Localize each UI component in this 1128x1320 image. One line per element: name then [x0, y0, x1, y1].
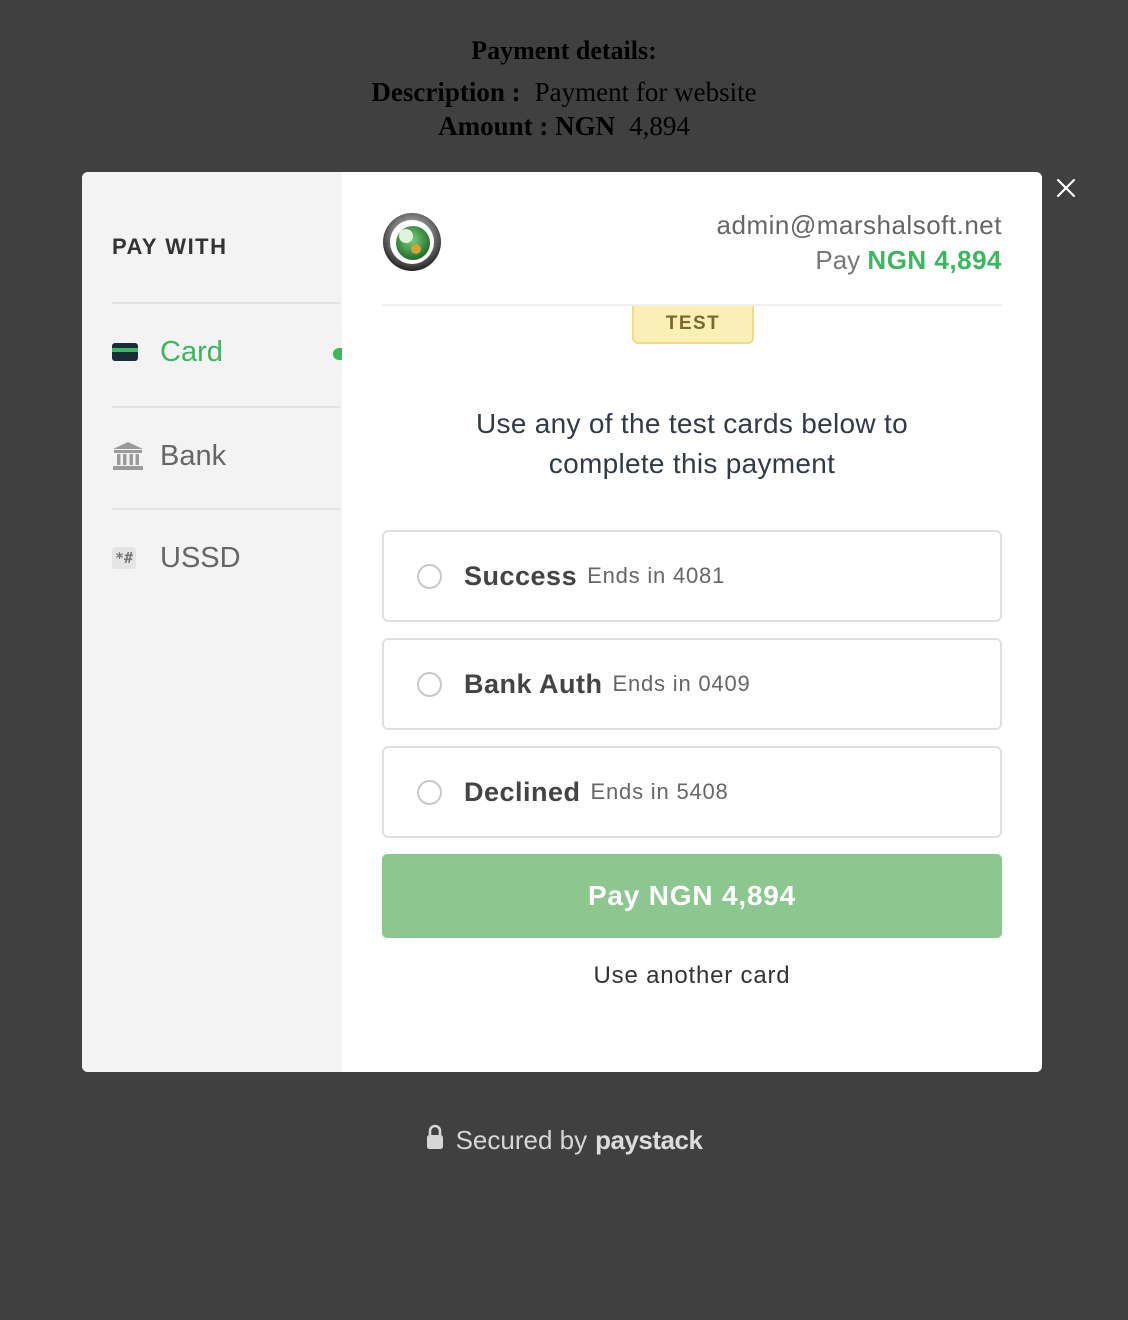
test-mode-badge: TEST	[632, 306, 754, 344]
amount-value: 4,894	[629, 111, 690, 141]
amount-row: Amount : NGN 4,894	[0, 110, 1128, 142]
merchant-logo	[382, 212, 442, 272]
sidebar-item-bank[interactable]: Bank	[112, 426, 342, 486]
paystack-brand: paystack	[595, 1125, 703, 1155]
instructions-text: Use any of the test cards below to compl…	[382, 404, 1002, 484]
sidebar-item-label: USSD	[160, 541, 241, 574]
test-card-declined[interactable]: Declined Ends in 5408	[382, 746, 1002, 838]
sidebar-item-label: Card	[160, 335, 223, 368]
test-card-success[interactable]: Success Ends in 4081	[382, 530, 1002, 622]
pay-amount: NGN 4,894	[867, 245, 1002, 275]
instructions-line-1: Use any of the test cards below to	[476, 408, 908, 439]
radio-button[interactable]	[417, 671, 442, 697]
card-ends: Ends in 5408	[590, 779, 729, 804]
sidebar-divider	[112, 302, 340, 304]
card-name: Declined	[464, 776, 581, 807]
description-label: Description :	[371, 77, 521, 107]
close-button[interactable]	[1052, 174, 1080, 202]
card-ends: Ends in 0409	[612, 671, 751, 696]
sidebar-divider	[112, 406, 340, 408]
ussd-icon: *#	[112, 547, 137, 569]
sidebar-item-label: Bank	[160, 439, 227, 472]
amount-label: Amount : NGN	[438, 111, 616, 141]
pay-amount-summary: Pay NGN 4,894	[815, 245, 1002, 276]
secured-by-footer: Secured by paystack	[0, 1124, 1128, 1157]
payment-modal: PAY WITH Card Bank *# USSD admin@marshal…	[82, 172, 1042, 1072]
card-ends: Ends in 4081	[587, 563, 726, 588]
lock-icon	[426, 1124, 444, 1157]
payment-method-sidebar: PAY WITH Card Bank *# USSD	[82, 172, 343, 1072]
payment-details-title: Payment details:	[471, 36, 657, 65]
credit-card-icon	[112, 337, 146, 367]
pay-button[interactable]: Pay NGN 4,894	[382, 854, 1002, 938]
close-icon	[1056, 178, 1076, 198]
description-row: Description : Payment for website	[0, 76, 1128, 108]
description-value: Payment for website	[534, 77, 757, 107]
card-name: Success	[464, 560, 578, 591]
radio-button[interactable]	[417, 563, 442, 589]
pay-prefix: Pay	[815, 245, 861, 275]
use-another-card-link[interactable]: Use another card	[382, 962, 1002, 990]
sidebar-item-card[interactable]: Card	[112, 322, 342, 382]
bank-icon	[112, 441, 146, 471]
customer-email: admin@marshalsoft.net	[716, 210, 1002, 240]
radio-button[interactable]	[417, 779, 442, 805]
instructions-line-2: complete this payment	[548, 448, 836, 479]
main-panel: admin@marshalsoft.net Pay NGN 4,894 TEST…	[342, 172, 1042, 1072]
sidebar-divider	[112, 508, 340, 510]
card-name: Bank Auth	[464, 668, 603, 699]
test-card-bank-auth[interactable]: Bank Auth Ends in 0409	[382, 638, 1002, 730]
pay-with-heading: PAY WITH	[112, 234, 228, 259]
secured-by-text: Secured by	[455, 1125, 588, 1155]
sidebar-item-ussd[interactable]: *# USSD	[112, 528, 342, 588]
